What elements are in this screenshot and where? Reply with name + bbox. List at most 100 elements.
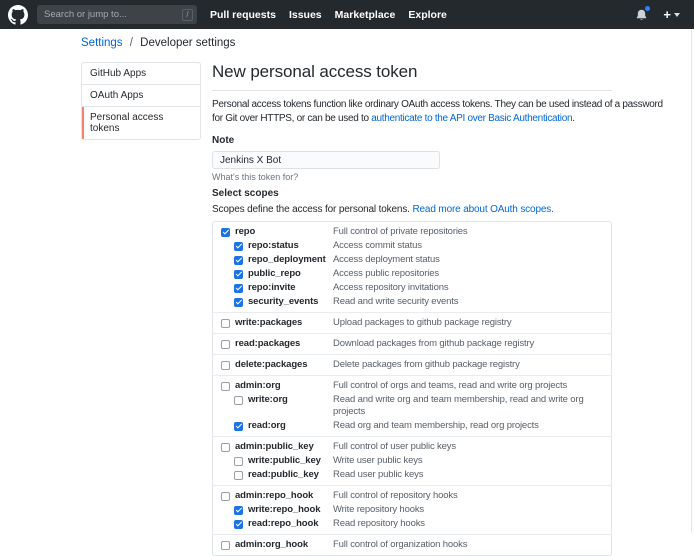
scope-name[interactable]: admin:org [235, 380, 281, 392]
scope-sub-row: write:repo_hookWrite repository hooks [213, 503, 611, 517]
scope-description: Full control of organization hooks [333, 539, 611, 551]
main-panel: New personal access token Personal acces… [212, 62, 612, 556]
scope-description: Read user public keys [333, 469, 611, 481]
scope-row: admin:public_keyFull control of user pub… [213, 440, 611, 454]
scope-name[interactable]: write:org [248, 394, 288, 406]
checkbox-read:packages[interactable] [221, 340, 230, 349]
scope-name[interactable]: read:repo_hook [248, 518, 318, 530]
scope-name[interactable]: repo:status [248, 240, 299, 252]
scope-name[interactable]: security_events [248, 296, 318, 308]
scope-label-cell: admin:repo_hook [213, 490, 333, 502]
intro-paragraph: Personal access tokens function like ord… [212, 98, 667, 125]
scope-sub-row: read:org Read org and team membership, re… [213, 419, 611, 433]
scope-label-cell: write:repo_hook [213, 504, 333, 516]
scope-row: read:packages Download packages from gith… [213, 337, 611, 351]
github-logo-icon[interactable] [8, 5, 28, 25]
scope-name[interactable]: public_repo [248, 268, 301, 280]
scope-name[interactable]: repo_deployment [248, 254, 326, 266]
scope-description: Read org and team membership, read org p… [333, 420, 611, 432]
scope-description: Full control of orgs and teams, read and… [333, 380, 611, 392]
scope-group: read:packages Download packages from gith… [213, 333, 611, 354]
scope-name[interactable]: admin:repo_hook [235, 490, 313, 502]
create-new-dropdown[interactable]: + [663, 8, 680, 21]
note-input[interactable] [212, 151, 440, 169]
sidebar-item-github-apps[interactable]: GitHub Apps [82, 63, 200, 85]
checkbox-repo:status[interactable] [234, 242, 243, 251]
scope-name[interactable]: read:public_key [248, 469, 319, 481]
checkbox-admin:public_key[interactable] [221, 443, 230, 452]
checkbox-delete:packages[interactable] [221, 361, 230, 370]
search-input[interactable] [44, 9, 182, 20]
checkbox-write:repo_hook[interactable] [234, 506, 243, 515]
scope-name[interactable]: admin:org_hook [235, 539, 308, 551]
scope-group: repo Full control of private repositories… [213, 222, 611, 312]
oauth-scopes-link[interactable]: Read more about OAuth scopes. [412, 204, 553, 215]
nav-marketplace[interactable]: Marketplace [335, 9, 396, 21]
breadcrumb-separator: / [130, 37, 133, 49]
scope-name[interactable]: write:packages [235, 317, 302, 329]
scope-label-cell: read:public_key [213, 469, 333, 481]
scope-row: admin:org Full control of orgs and teams,… [213, 379, 611, 393]
select-scopes-label: Select scopes [212, 188, 612, 200]
scope-group: admin:org Full control of orgs and teams,… [213, 375, 611, 436]
scope-name[interactable]: admin:public_key [235, 441, 314, 453]
checkbox-repo[interactable] [221, 228, 230, 237]
scope-label-cell: repo [213, 226, 333, 238]
scope-row: admin:org_hook Full control of organizati… [213, 538, 611, 552]
scopes-description: Scopes define the access for personal to… [212, 203, 612, 216]
checkbox-admin:repo_hook[interactable] [221, 492, 230, 501]
scope-label-cell: admin:public_key [213, 441, 333, 453]
scope-label-cell: public_repo [213, 268, 333, 280]
slash-shortcut-key: / [182, 9, 193, 21]
checkbox-public_repo[interactable] [234, 270, 243, 279]
scope-description: Full control of repository hooks [333, 490, 611, 502]
nav-issues[interactable]: Issues [289, 9, 322, 21]
checkbox-repo_deployment[interactable] [234, 256, 243, 265]
scope-description: Access commit status [333, 240, 611, 252]
scope-sub-row: read:repo_hook Read repository hooks [213, 517, 611, 531]
scope-description: Delete packages from github package regi… [333, 359, 611, 371]
basic-auth-link[interactable]: authenticate to the API over Basic Authe… [371, 113, 572, 124]
scope-group: write:packagesUpload packages to github … [213, 312, 611, 333]
sidebar-item-personal-access-tokens[interactable]: Personal access tokens [82, 107, 200, 139]
checkbox-write:public_key[interactable] [234, 457, 243, 466]
checkbox-write:packages[interactable] [221, 319, 230, 328]
scope-description: Read and write security events [333, 296, 611, 308]
checkbox-write:org[interactable] [234, 396, 243, 405]
sidebar-item-oauth-apps[interactable]: OAuth Apps [82, 85, 200, 107]
checkbox-repo:invite[interactable] [234, 284, 243, 293]
checkbox-read:repo_hook[interactable] [234, 520, 243, 529]
breadcrumb: Settings / Developer settings [81, 37, 694, 49]
scope-description: Read repository hooks [333, 518, 611, 530]
breadcrumb-settings-link[interactable]: Settings [81, 37, 123, 49]
scope-description: Access public repositories [333, 268, 611, 280]
scope-label-cell: write:public_key [213, 455, 333, 467]
nav-pull-requests[interactable]: Pull requests [210, 9, 276, 21]
scope-row: admin:repo_hook Full control of repositor… [213, 489, 611, 503]
checkbox-security_events[interactable] [234, 298, 243, 307]
page-right-border [691, 29, 692, 533]
scope-name[interactable]: read:org [248, 420, 286, 432]
note-help-text: What's this token for? [212, 172, 612, 182]
note-label: Note [212, 135, 612, 147]
nav-explore[interactable]: Explore [408, 9, 447, 21]
scope-description: Download packages from github package re… [333, 338, 611, 350]
notifications-button[interactable] [635, 8, 648, 22]
breadcrumb-current: Developer settings [140, 37, 235, 49]
checkbox-read:org[interactable] [234, 422, 243, 431]
scope-name[interactable]: write:repo_hook [248, 504, 320, 516]
checkbox-admin:org_hook[interactable] [221, 541, 230, 550]
scope-sub-row: repo:status Access commit status [213, 239, 611, 253]
checkbox-admin:org[interactable] [221, 382, 230, 391]
scope-label-cell: read:org [213, 420, 333, 432]
checkbox-read:public_key[interactable] [234, 471, 243, 480]
scope-description: Full control of private repositories [333, 226, 611, 238]
scope-name[interactable]: read:packages [235, 338, 300, 350]
scope-label-cell: repo:invite [213, 282, 333, 294]
scope-name[interactable]: repo [235, 226, 255, 238]
scope-name[interactable]: write:public_key [248, 455, 321, 467]
page-title: New personal access token [212, 62, 612, 91]
scope-name[interactable]: repo:invite [248, 282, 295, 294]
scope-name[interactable]: delete:packages [235, 359, 307, 371]
scope-sub-row: write:public_keyWrite user public keys [213, 454, 611, 468]
